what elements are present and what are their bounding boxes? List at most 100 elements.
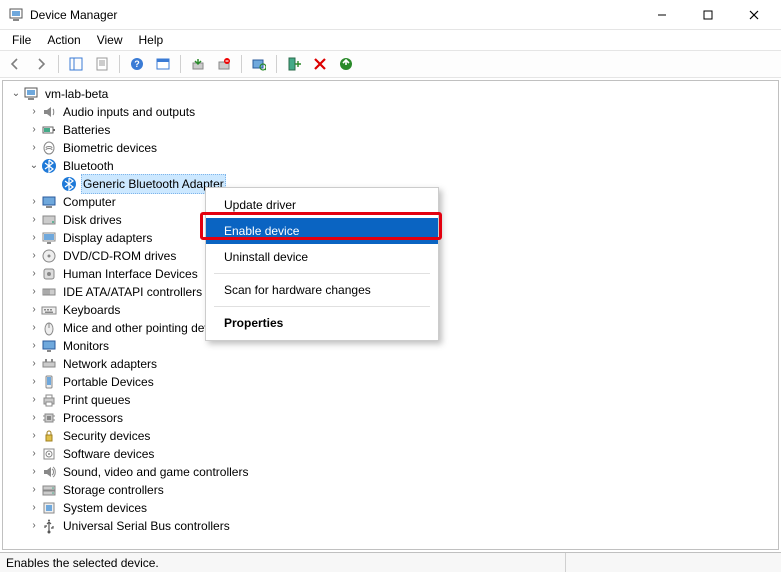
chevron-right-icon[interactable]: › xyxy=(27,193,41,211)
action-button[interactable] xyxy=(152,53,174,75)
add-legacy-button[interactable] xyxy=(335,53,357,75)
tree-node-label: Human Interface Devices xyxy=(61,265,200,283)
tree-node-root[interactable]: ⌄vm-lab-beta xyxy=(7,85,774,103)
chevron-right-icon[interactable]: › xyxy=(27,301,41,319)
properties-button[interactable] xyxy=(91,53,113,75)
chevron-right-icon[interactable]: › xyxy=(27,319,41,337)
chevron-right-icon[interactable]: › xyxy=(27,247,41,265)
tree-node-cat-2[interactable]: › Biometric devices xyxy=(7,139,774,157)
help-button[interactable]: ? xyxy=(126,53,148,75)
ctx-scan-hardware[interactable]: Scan for hardware changes xyxy=(206,277,438,303)
portable-icon xyxy=(41,374,57,390)
disable-button[interactable] xyxy=(309,53,331,75)
tree-node-cat-16[interactable]: ›Processors xyxy=(7,409,774,427)
toolbar-separator xyxy=(276,55,277,73)
display-icon xyxy=(41,230,57,246)
forward-button[interactable] xyxy=(30,53,52,75)
tree-node-cat-15[interactable]: ›Print queues xyxy=(7,391,774,409)
tree-node-label: Storage controllers xyxy=(61,481,166,499)
chevron-right-icon[interactable]: › xyxy=(27,211,41,229)
chevron-right-icon[interactable]: › xyxy=(27,481,41,499)
tree-node-cat-13[interactable]: ›Network adapters xyxy=(7,355,774,373)
storage-icon xyxy=(41,482,57,498)
chevron-right-icon[interactable]: › xyxy=(27,517,41,535)
usb-icon xyxy=(41,518,57,534)
tree-node-cat-17[interactable]: ›Security devices xyxy=(7,427,774,445)
ctx-properties[interactable]: Properties xyxy=(206,310,438,336)
ctx-update-driver[interactable]: Update driver xyxy=(206,192,438,218)
scan-hardware-button[interactable] xyxy=(248,53,270,75)
tree-node-label: Batteries xyxy=(61,121,112,139)
tree-node-label: Audio inputs and outputs xyxy=(61,103,197,121)
chevron-down-icon[interactable]: ⌄ xyxy=(27,157,41,175)
ide-icon xyxy=(41,284,57,300)
computer-icon xyxy=(41,194,57,210)
mouse-icon xyxy=(41,320,57,336)
enable-button[interactable] xyxy=(283,53,305,75)
tree-node-cat-20[interactable]: › Storage controllers xyxy=(7,481,774,499)
tree-node-cat-3[interactable]: ⌄Bluetooth xyxy=(7,157,774,175)
tree-node-cat-1[interactable]: › Batteries xyxy=(7,121,774,139)
tree-node-label: Keyboards xyxy=(61,301,122,319)
chevron-right-icon[interactable]: › xyxy=(27,409,41,427)
software-icon xyxy=(41,446,57,462)
menu-file[interactable]: File xyxy=(4,31,39,49)
ctx-uninstall-device[interactable]: Uninstall device xyxy=(206,244,438,270)
window-title: Device Manager xyxy=(30,8,117,22)
chevron-right-icon[interactable]: › xyxy=(27,139,41,157)
tree-node-cat-18[interactable]: › Software devices xyxy=(7,445,774,463)
tree-node-label: Biometric devices xyxy=(61,139,159,157)
menu-action[interactable]: Action xyxy=(39,31,88,49)
status-text: Enables the selected device. xyxy=(6,553,566,572)
tree-node-label: DVD/CD-ROM drives xyxy=(61,247,178,265)
toolbar: ? xyxy=(0,50,781,78)
system-icon xyxy=(41,500,57,516)
tree-node-cat-14[interactable]: ›Portable Devices xyxy=(7,373,774,391)
tree-node-label: IDE ATA/ATAPI controllers xyxy=(61,283,204,301)
show-hide-tree-button[interactable] xyxy=(65,53,87,75)
chevron-right-icon[interactable]: › xyxy=(27,445,41,463)
toolbar-separator xyxy=(180,55,181,73)
sound-icon xyxy=(41,464,57,480)
chevron-right-icon[interactable]: › xyxy=(27,121,41,139)
tree-node-cat-21[interactable]: ›System devices xyxy=(7,499,774,517)
tree-node-label: Universal Serial Bus controllers xyxy=(61,517,232,535)
chevron-right-icon[interactable]: › xyxy=(27,265,41,283)
tree-node-label: Monitors xyxy=(61,337,111,355)
menu-view[interactable]: View xyxy=(89,31,131,49)
svg-text:?: ? xyxy=(134,59,140,69)
toolbar-separator xyxy=(119,55,120,73)
chevron-right-icon[interactable]: › xyxy=(27,283,41,301)
maximize-button[interactable] xyxy=(685,0,731,30)
ctx-enable-device[interactable]: Enable device xyxy=(206,218,438,244)
chevron-right-icon[interactable]: › xyxy=(27,355,41,373)
back-button[interactable] xyxy=(4,53,26,75)
chevron-right-icon[interactable]: › xyxy=(27,373,41,391)
optical-icon xyxy=(41,248,57,264)
tree-node-label: Computer xyxy=(61,193,118,211)
chevron-down-icon[interactable]: ⌄ xyxy=(9,85,23,103)
ctx-separator xyxy=(214,306,430,307)
tree-node-label: Software devices xyxy=(61,445,156,463)
tree-node-cat-0[interactable]: › Audio inputs and outputs xyxy=(7,103,774,121)
close-button[interactable] xyxy=(731,0,777,30)
cpu-icon xyxy=(41,410,57,426)
printer-icon xyxy=(41,392,57,408)
chevron-right-icon[interactable]: › xyxy=(27,463,41,481)
chevron-right-icon[interactable]: › xyxy=(27,337,41,355)
minimize-button[interactable] xyxy=(639,0,685,30)
chevron-right-icon[interactable]: › xyxy=(27,499,41,517)
chevron-right-icon[interactable]: › xyxy=(27,103,41,121)
chevron-right-icon[interactable]: › xyxy=(27,229,41,247)
tree-node-cat-19[interactable]: › Sound, video and game controllers xyxy=(7,463,774,481)
chevron-right-icon[interactable]: › xyxy=(27,427,41,445)
tree-node-cat-22[interactable]: › Universal Serial Bus controllers xyxy=(7,517,774,535)
update-driver-button[interactable] xyxy=(187,53,209,75)
tree-node-label: Sound, video and game controllers xyxy=(61,463,250,481)
chevron-right-icon[interactable]: › xyxy=(27,391,41,409)
context-menu: Update driver Enable device Uninstall de… xyxy=(205,187,439,341)
security-icon xyxy=(41,428,57,444)
uninstall-button[interactable] xyxy=(213,53,235,75)
bluetooth-icon xyxy=(41,158,57,174)
menu-help[interactable]: Help xyxy=(131,31,172,49)
